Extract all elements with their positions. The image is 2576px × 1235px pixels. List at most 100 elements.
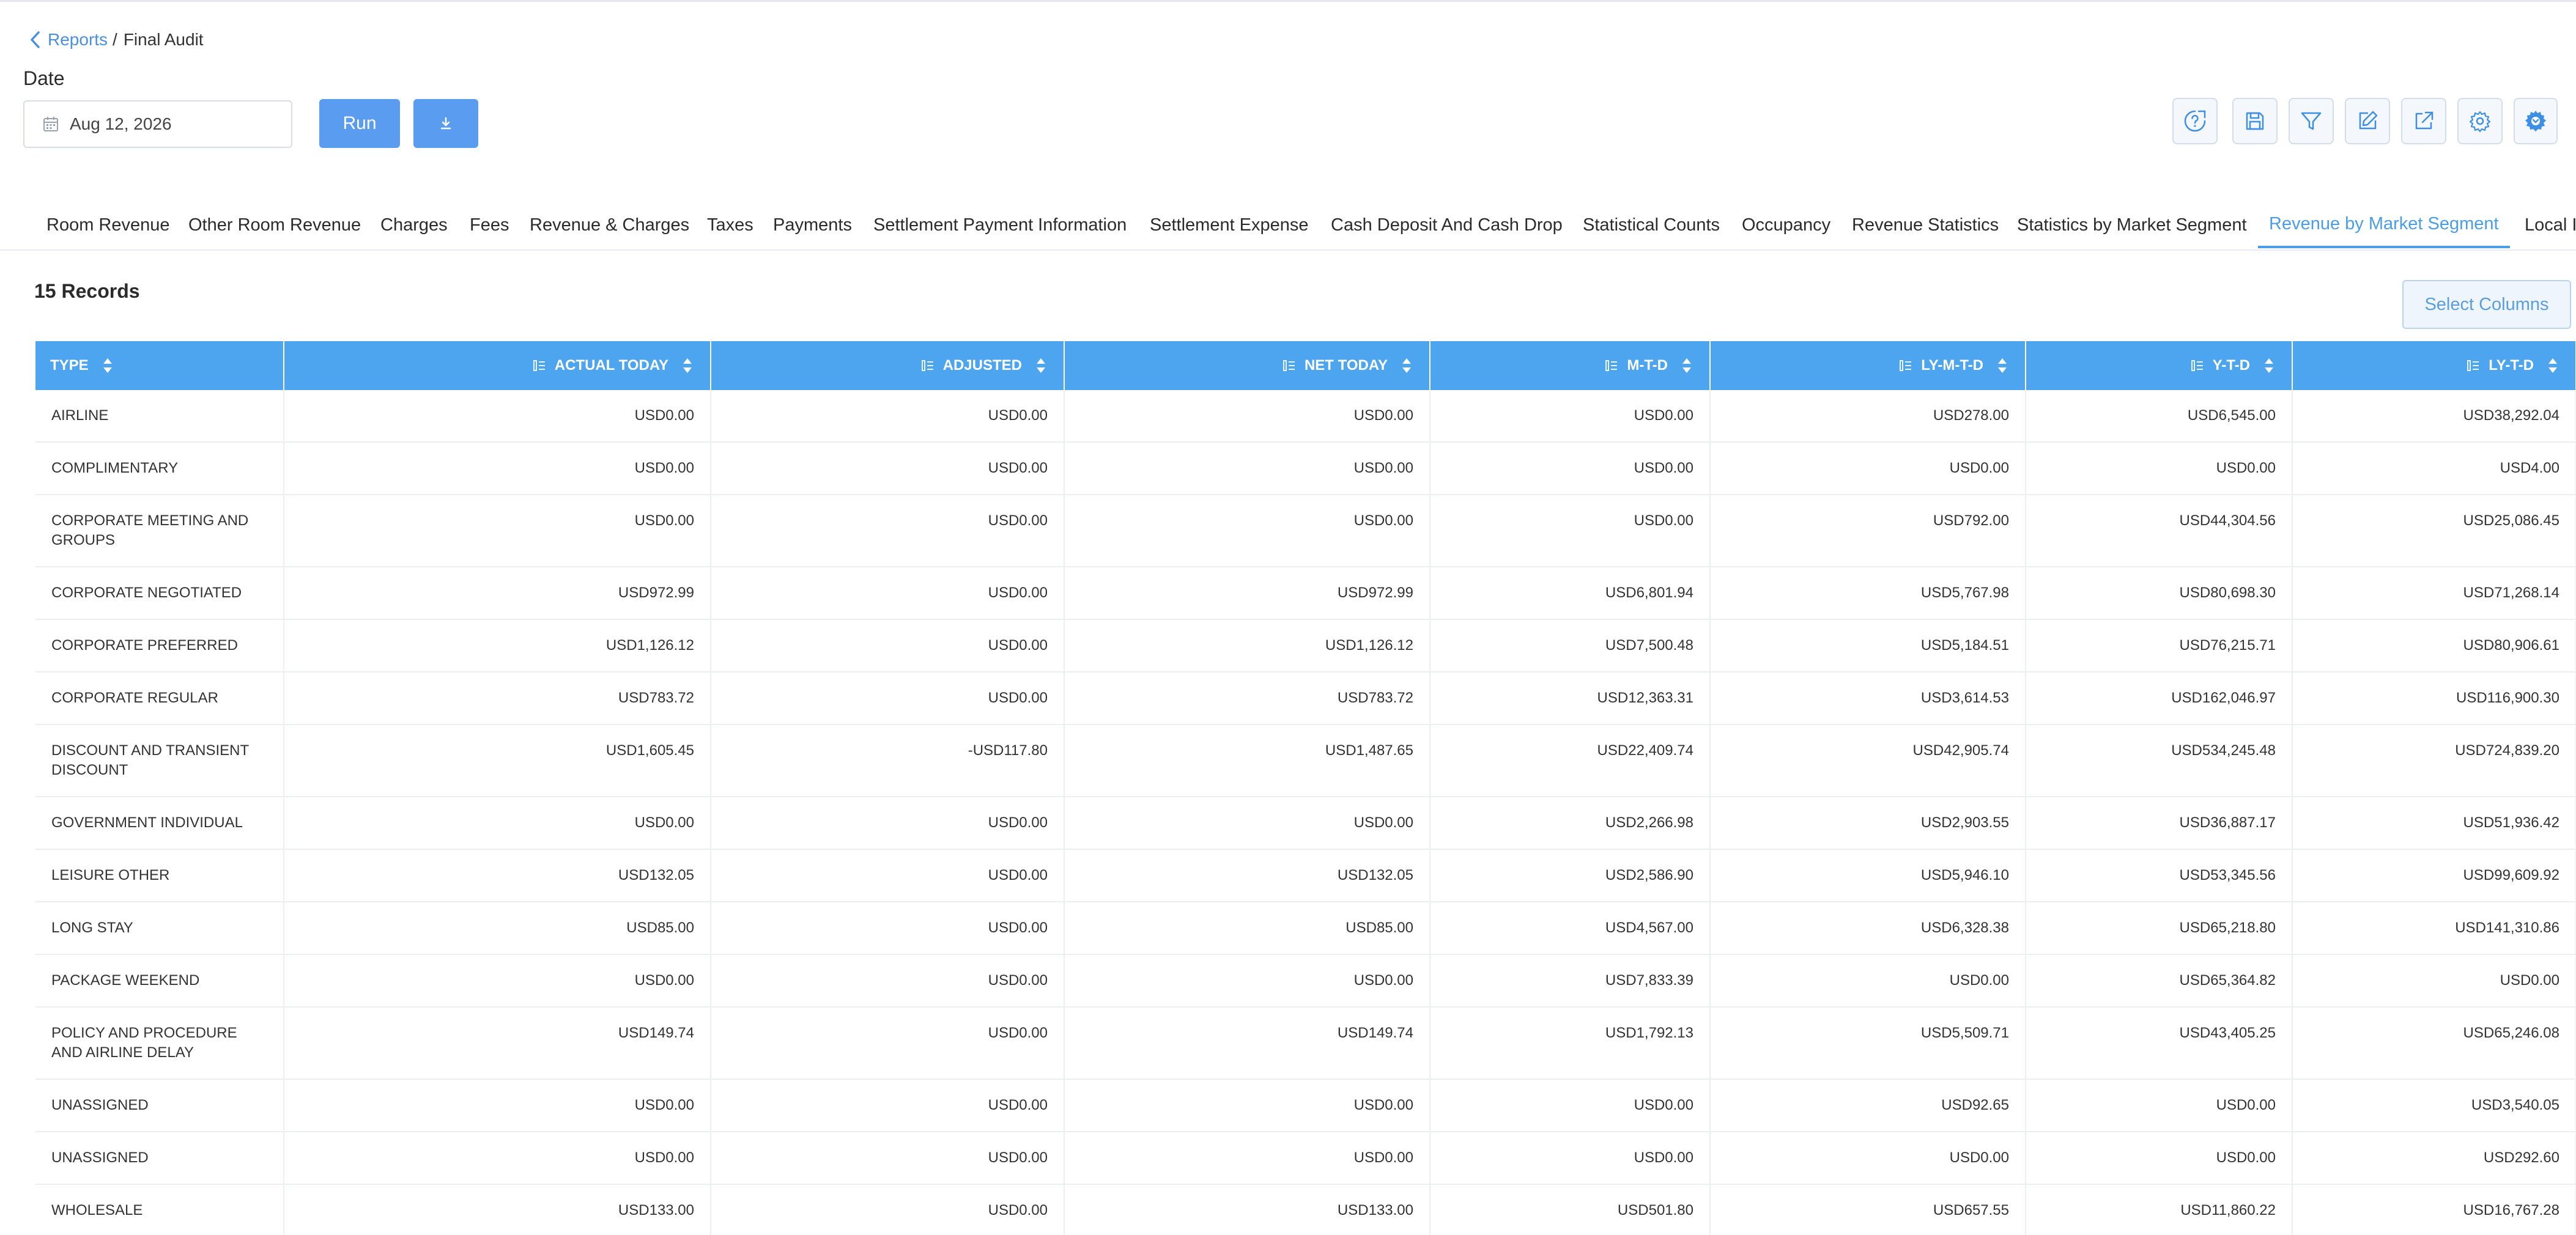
cell-value: USD0.00	[1710, 954, 2026, 1008]
breadcrumb-current: Final Audit	[123, 30, 204, 49]
cell-value: USD149.74	[284, 1007, 711, 1080]
cell-type: COMPLIMENTARY	[35, 442, 284, 495]
cell-type: LONG STAY	[35, 902, 284, 955]
date-picker[interactable]	[23, 100, 292, 148]
filter-button[interactable]	[2289, 98, 2334, 144]
table-row[interactable]: CORPORATE NEGOTIATED USD972.99 USD0.00 USD9…	[35, 567, 2576, 620]
table-row[interactable]: PACKAGE WEEKEND USD0.00 USD0.00 USD0.00 USD7…	[35, 954, 2576, 1008]
cell-value: -USD117.80	[711, 724, 1065, 797]
column-header-type[interactable]: TYPE	[35, 341, 284, 390]
table-row[interactable]: WHOLESALE USD133.00 USD0.00 USD133.00 USD501…	[35, 1184, 2576, 1235]
column-menu-icon[interactable]	[1282, 359, 1296, 372]
column-header-ly-mtd[interactable]: LY-M-T-D	[1710, 341, 2026, 390]
column-menu-icon[interactable]	[533, 359, 546, 372]
cell-value: USD278.00	[1710, 390, 2026, 443]
run-button[interactable]: Run	[319, 99, 400, 148]
date-input[interactable]	[68, 114, 267, 135]
edit-button[interactable]	[2345, 98, 2390, 144]
back-chevron-icon[interactable]	[29, 31, 42, 49]
tab-revenue-by-market-segment[interactable]: Revenue by Market Segment	[2258, 202, 2510, 248]
table-row[interactable]: COMPLIMENTARY USD0.00 USD0.00 USD0.00 USD0.0…	[35, 442, 2576, 495]
table-row[interactable]: CORPORATE PREFERRED USD1,126.12 USD0.00 USD…	[35, 619, 2576, 673]
save-icon	[2246, 112, 2264, 130]
advanced-settings-button[interactable]	[2514, 98, 2558, 144]
help-button[interactable]	[2172, 98, 2218, 144]
cell-text: USD0.00	[988, 690, 1048, 706]
table-row[interactable]: GOVERNMENT INDIVIDUAL USD0.00 USD0.00 USD0.…	[35, 797, 2576, 850]
sort-icon[interactable]	[682, 356, 693, 375]
cell-type: LEISURE OTHER	[35, 849, 284, 902]
table-row[interactable]: CORPORATE MEETING AND GROUPS USD0.00 USD0.…	[35, 495, 2576, 567]
table-row[interactable]: DISCOUNT AND TRANSIENT DISCOUNT USD1,605.…	[35, 724, 2576, 797]
column-header-net-today[interactable]: NET TODAY	[1064, 341, 1430, 390]
column-header-ytd[interactable]: Y-T-D	[2026, 341, 2293, 390]
tab-room-revenue[interactable]: Room Revenue	[35, 202, 181, 248]
tab-fees[interactable]: Fees	[459, 202, 520, 248]
sort-icon[interactable]	[1401, 356, 1412, 375]
cell-text: PACKAGE WEEKEND	[51, 972, 200, 989]
column-header-adjusted[interactable]: ADJUSTED	[711, 341, 1065, 390]
table-row[interactable]: POLICY AND PROCEDURE AND AIRLINE DELAY US…	[35, 1007, 2576, 1080]
cell-value: USD162,046.97	[2026, 672, 2293, 725]
tab-local[interactable]: Local I	[2514, 202, 2576, 248]
tab-payments[interactable]: Payments	[762, 202, 863, 248]
column-menu-icon[interactable]	[2467, 359, 2480, 372]
cell-value: USD5,184.51	[1710, 619, 2026, 673]
sort-icon[interactable]	[1997, 356, 2008, 375]
cell-text: USD7,833.39	[1605, 972, 1693, 989]
tab-charges[interactable]: Charges	[369, 202, 459, 248]
tab-revenue-and-charges[interactable]: Revenue & Charges	[519, 202, 700, 248]
cell-value: USD0.00	[711, 567, 1065, 620]
column-menu-icon[interactable]	[1605, 359, 1618, 372]
settings-button[interactable]	[2457, 98, 2503, 144]
tab-revenue-statistics[interactable]: Revenue Statistics	[1841, 202, 2010, 248]
cell-text: LEISURE OTHER	[51, 867, 170, 883]
cell-text: COMPLIMENTARY	[51, 460, 179, 476]
column-menu-icon[interactable]	[921, 359, 935, 372]
sort-icon[interactable]	[1681, 356, 1692, 375]
cell-text: USD0.00	[1949, 972, 2009, 989]
tab-settlement-expense[interactable]: Settlement Expense	[1139, 202, 1320, 248]
column-menu-icon[interactable]	[1899, 359, 1912, 372]
column-menu-icon[interactable]	[2191, 359, 2204, 372]
save-button[interactable]	[2232, 98, 2278, 144]
breadcrumb-reports-link[interactable]: Reports	[48, 30, 108, 50]
table-row[interactable]: UNASSIGNED USD0.00 USD0.00 USD0.00 USD0.00 US…	[35, 1132, 2576, 1185]
cell-value: USD0.00	[1064, 390, 1430, 443]
tab-other-room-revenue[interactable]: Other Room Revenue	[177, 202, 372, 248]
cell-text: USD22,409.74	[1597, 742, 1693, 759]
cell-text: USD0.00	[2216, 1097, 2276, 1113]
tab-occupancy[interactable]: Occupancy	[1731, 202, 1841, 248]
tab-statistics-by-market-segment[interactable]: Statistics by Market Segment	[2006, 202, 2258, 248]
cell-text: USD0.00	[634, 814, 694, 831]
table-row[interactable]: UNASSIGNED USD0.00 USD0.00 USD0.00 USD0.00 US…	[35, 1079, 2576, 1132]
tab-taxes[interactable]: Taxes	[696, 202, 764, 248]
download-button[interactable]	[413, 99, 478, 148]
column-header-mtd[interactable]: M-T-D	[1430, 341, 1711, 390]
column-header-ly-td[interactable]: LY-T-D	[2292, 341, 2576, 390]
cell-text: USD972.99	[1337, 584, 1413, 601]
export-button[interactable]	[2401, 98, 2446, 144]
cell-value: USD0.00	[1430, 1079, 1711, 1132]
cell-text: USD16,767.28	[2463, 1202, 2559, 1218]
sort-icon[interactable]	[1035, 356, 1046, 375]
filter-icon	[2301, 112, 2322, 130]
cell-text: USD0.00	[634, 512, 694, 529]
column-header-actual-today[interactable]: ACTUAL TODAY	[284, 341, 711, 390]
tab-statistical-counts[interactable]: Statistical Counts	[1572, 202, 1731, 248]
tab-settlement-payment-information[interactable]: Settlement Payment Information	[862, 202, 1138, 248]
table-row[interactable]: CORPORATE REGULAR USD783.72 USD0.00 USD783.…	[35, 672, 2576, 725]
table-row[interactable]: LEISURE OTHER USD132.05 USD0.00 USD132.05 US…	[35, 849, 2576, 902]
sort-icon[interactable]	[2547, 356, 2558, 375]
cell-text: USD1,605.45	[605, 742, 694, 759]
table-row[interactable]: LONG STAY USD85.00 USD0.00 USD85.00 USD4,567…	[35, 902, 2576, 955]
cell-text: USD278.00	[1933, 407, 2009, 424]
select-columns-button[interactable]: Select Columns	[2402, 280, 2571, 329]
cell-text: USD972.99	[618, 584, 694, 601]
sort-icon[interactable]	[2263, 356, 2274, 375]
tab-cash-deposit-and-cash-drop[interactable]: Cash Deposit And Cash Drop	[1320, 202, 1574, 248]
sort-icon[interactable]	[102, 356, 113, 375]
cell-value: USD0.00	[711, 495, 1065, 567]
cell-value: USD0.00	[711, 1184, 1065, 1235]
table-row[interactable]: AIRLINE USD0.00 USD0.00 USD0.00 USD0.00 USD27…	[35, 390, 2576, 443]
